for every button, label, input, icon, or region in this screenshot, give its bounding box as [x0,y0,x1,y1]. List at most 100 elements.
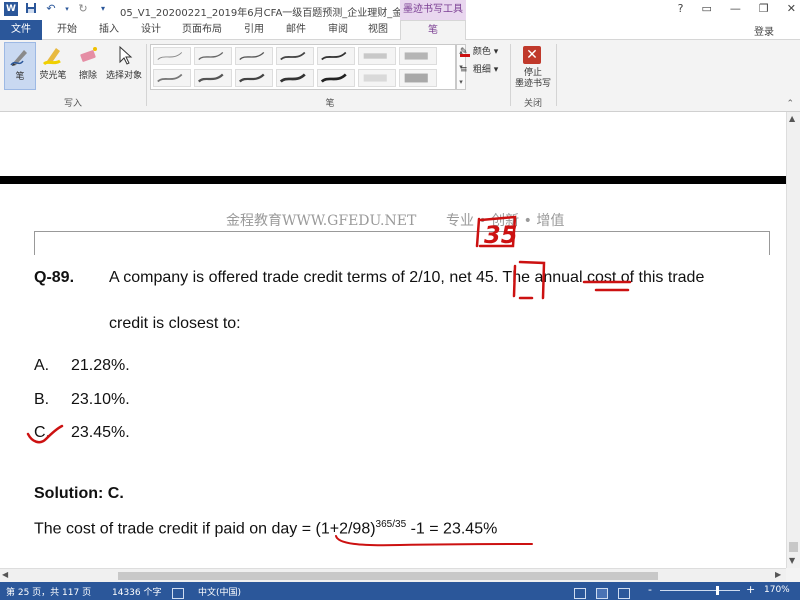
tab-references[interactable]: 引用 [236,20,272,40]
stop-inking-button[interactable]: 停止 墨迹书写 [512,68,554,90]
pen-color-label: 颜色 [472,47,491,57]
solution-formula: (1+2/98) [315,520,376,538]
tab-mailings[interactable]: 邮件 [278,20,314,40]
solution-text: The cost of trade credit if paid on day … [34,519,497,538]
language[interactable]: 中文(中国) [198,585,241,598]
question-number: Q-89. [34,269,75,286]
pen-style-14[interactable] [399,69,437,87]
pen-color-dropdown[interactable]: ✎ 颜色 ▾ [460,44,498,57]
title-bar: W ↶ ▾ ↻ ▾ 05_V1_20200221_2019年6月CFA一级百题预… [0,0,800,20]
option-b-letter: B. [34,391,50,408]
tab-page-layout[interactable]: 页面布局 [174,20,230,40]
pen-style-1[interactable] [153,47,191,65]
eraser-button[interactable]: 擦除 [72,42,104,90]
zoom-out-button[interactable]: - [648,583,652,596]
status-bar: 第 25 页，共 117 页 14336 个字 中文(中国) - + 170% [0,582,800,600]
scroll-down-icon[interactable]: ▼ [789,556,795,565]
pen-style-5[interactable] [317,47,355,65]
tab-file[interactable]: 文件 [0,20,42,40]
ribbon-tabs: 文件 开始 插入 设计 页面布局 引用 邮件 审阅 视图 笔 登录 [0,20,800,41]
zoom-slider-thumb[interactable] [716,586,719,595]
solution-result: -1 = 23.45% [406,520,498,538]
tab-insert[interactable]: 插入 [90,20,128,40]
ribbon-separator [556,44,557,106]
zoom-level[interactable]: 170% [764,585,790,595]
customize-qat-icon[interactable]: ▾ [96,2,110,16]
ink-tools-context-label: 墨迹书写工具 [400,0,466,20]
tab-pen[interactable]: 笔 [400,20,466,41]
vertical-scroll-thumb[interactable] [789,542,798,552]
eraser-label: 擦除 [78,71,97,81]
page-break [0,176,786,184]
highlighter-label: 荧光笔 [39,71,67,81]
select-objects-label: 选择对象 [105,71,142,81]
tab-review[interactable]: 审阅 [320,20,356,40]
tab-view[interactable]: 视图 [360,20,396,40]
scroll-up-icon[interactable]: ▲ [789,114,795,123]
horizontal-scroll-thumb[interactable] [118,572,658,580]
help-button[interactable]: ? [678,2,684,15]
pen-style-6[interactable] [358,47,396,65]
undo-icon[interactable]: ↶ [44,2,58,16]
pen-style-13[interactable] [358,69,396,87]
close-group-label: 关闭 [523,99,542,109]
option-b-text: 23.10%. [71,391,130,408]
scroll-left-icon[interactable]: ◀ [2,570,8,579]
pen-style-2[interactable] [194,47,232,65]
highlighter-icon [42,44,64,66]
sign-in-link[interactable]: 登录 [754,23,774,38]
word-window: W ↶ ▾ ↻ ▾ 05_V1_20200221_2019年6月CFA一级百题预… [0,0,800,600]
stop-ink-close-icon[interactable]: ✕ [523,46,541,64]
word-app-icon: W [4,2,18,16]
question-text-c: The [502,269,530,286]
ribbon-display-icon[interactable]: ▭ [702,2,712,15]
minimize-button[interactable]: — [730,2,741,15]
tab-design[interactable]: 设计 [132,20,170,40]
redo-icon[interactable]: ↻ [76,2,90,16]
pen-style-4[interactable] [276,47,314,65]
tab-home[interactable]: 开始 [48,20,86,40]
select-objects-button[interactable]: 选择对象 [104,42,144,90]
stop-inking-label-1: 停止 [523,68,542,78]
vertical-scrollbar[interactable]: ▲ ▼ [786,112,800,568]
word-count[interactable]: 14336 个字 [112,585,162,598]
thickness-icon: ≡ [460,64,468,75]
header-watermark: 金程教育WWW.GFEDU.NET [226,213,417,229]
pen-thickness-dropdown[interactable]: ≡ 粗细 ▾ [460,62,498,76]
quick-access-toolbar: W ↶ ▾ ↻ ▾ [4,2,110,16]
question-text-line1: A company is offered trade credit terms … [109,269,704,287]
question-text-e: cost of this trade [586,269,705,286]
collapse-ribbon-icon[interactable]: ⌃ [786,99,794,109]
undo-dropdown-icon[interactable]: ▾ [64,2,70,16]
header-margin-mark [34,231,35,255]
header-margin-mark [769,231,770,255]
scroll-right-icon[interactable]: ▶ [775,570,781,579]
zoom-slider-track[interactable] [660,590,740,591]
pen-style-8[interactable] [153,69,191,87]
restore-button[interactable]: ❐ [759,2,769,15]
document-area[interactable]: 金程教育WWW.GFEDU.NET 专业 • 创新 • 增值 Q-89. A c… [0,112,786,568]
highlighter-button[interactable]: 荧光笔 [36,42,70,90]
pen-style-3[interactable] [235,47,273,65]
document-title: 05_V1_20200221_2019年6月CFA一级百题预测_企业理财_金程.… [120,8,422,19]
close-button[interactable]: ✕ [787,2,796,15]
stop-inking-label-2: 墨迹书写 [514,79,551,89]
pen-style-9[interactable] [194,69,232,87]
pen-style-12[interactable] [317,69,355,87]
zoom-in-button[interactable]: + [746,583,755,596]
page-count[interactable]: 第 25 页，共 117 页 [6,585,91,598]
ribbon: 笔 荧光笔 擦除 选择对象 写入 ▴ ▾ ▾ ✎ 颜色 ▾ ≡ 粗细 ▾ 笔 ✕… [0,40,800,112]
pen-style-10[interactable] [235,69,273,87]
cursor-arrow-icon [113,44,135,66]
question-text-b: 45. [476,269,499,286]
horizontal-scrollbar[interactable]: ◀ ▶ [0,568,786,582]
pen-button[interactable]: 笔 [4,42,36,90]
option-a-text: 21.28%. [71,357,130,374]
pen-style-11[interactable] [276,69,314,87]
pen-style-7[interactable] [399,47,437,65]
write-group-label: 写入 [63,99,82,109]
previous-page-bottom [0,112,786,176]
save-icon[interactable] [24,2,38,16]
option-a-letter: A. [34,357,50,374]
solution-title: Solution: C. [34,485,124,502]
